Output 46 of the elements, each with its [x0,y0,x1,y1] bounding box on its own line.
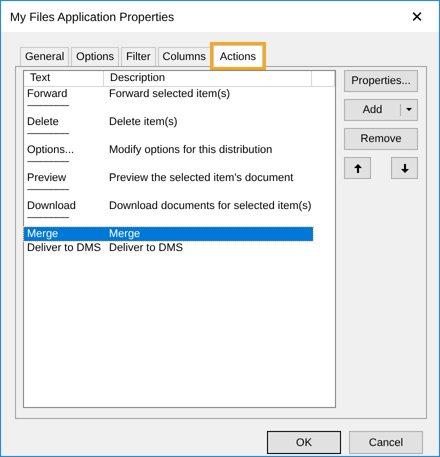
up-arrow-icon [354,164,362,172]
tab[interactable]: Filter [121,47,156,66]
table-cell-text: Modify options for this distribution [108,143,272,157]
separator-text: ------------------- [26,101,70,112]
table-cell-text: Deliver to DMS [108,241,183,255]
tab[interactable]: Columns [158,47,211,66]
move-down-button[interactable] [391,157,418,179]
table-cell-text: Download [26,199,77,213]
window-title: My Files Application Properties [10,10,174,24]
table-cell-text: Download documents for selected item(s) [108,199,312,213]
column-header[interactable]: Text [24,71,104,87]
separator-text: ------------------- [26,213,70,224]
table-cell-text: Deliver to DMS [26,241,102,255]
remove-button[interactable]: Remove [344,128,418,150]
table-cell-text: Merge [108,227,140,241]
caret-icon[interactable] [406,108,412,112]
column-header[interactable]: Description [104,71,312,87]
down-arrow-icon [400,164,408,172]
table-cell-text: Delete item(s) [108,115,178,129]
table-cell-text: Preview [26,171,68,185]
separator-text: ------------------- [26,157,70,168]
tab[interactable]: General [20,47,70,66]
list-row[interactable]: Preview Preview the selected item's document [24,171,313,185]
list-row[interactable]: Options... Modify options for this distribution [24,143,313,157]
table-cell-text: Merge [26,227,60,241]
move-up-button[interactable] [344,157,371,179]
add-label: Add [345,104,401,116]
close-button[interactable]: ✕ [395,1,439,32]
ok-button[interactable]: OK [267,431,341,454]
separator-text: ------------------- [26,129,70,140]
add-split-button[interactable]: Add [344,99,418,121]
separator-text: ------------------- [26,185,70,196]
cancel-button[interactable]: Cancel [349,431,423,454]
table-cell-text: Options... [26,143,76,157]
list-row[interactable]: Download Download documents for selected item(s) [24,199,313,213]
tab[interactable]: Actions [212,45,263,67]
tab[interactable]: Options [71,47,120,66]
list-row[interactable]: Forward Forward selected item(s) [24,87,313,101]
table-cell-text: Forward selected item(s) [108,87,230,101]
table-cell-text: Preview the selected item's document [108,171,294,185]
list-row[interactable]: Deliver to DMS Deliver to DMS [24,241,313,255]
table-cell-text: Forward [26,87,68,101]
list-row[interactable]: Delete Delete item(s) [24,115,313,129]
table-cell-text: Delete [26,115,60,129]
properties-button[interactable]: Properties... [344,70,418,92]
list-row[interactable]: Merge Merge [24,227,313,241]
